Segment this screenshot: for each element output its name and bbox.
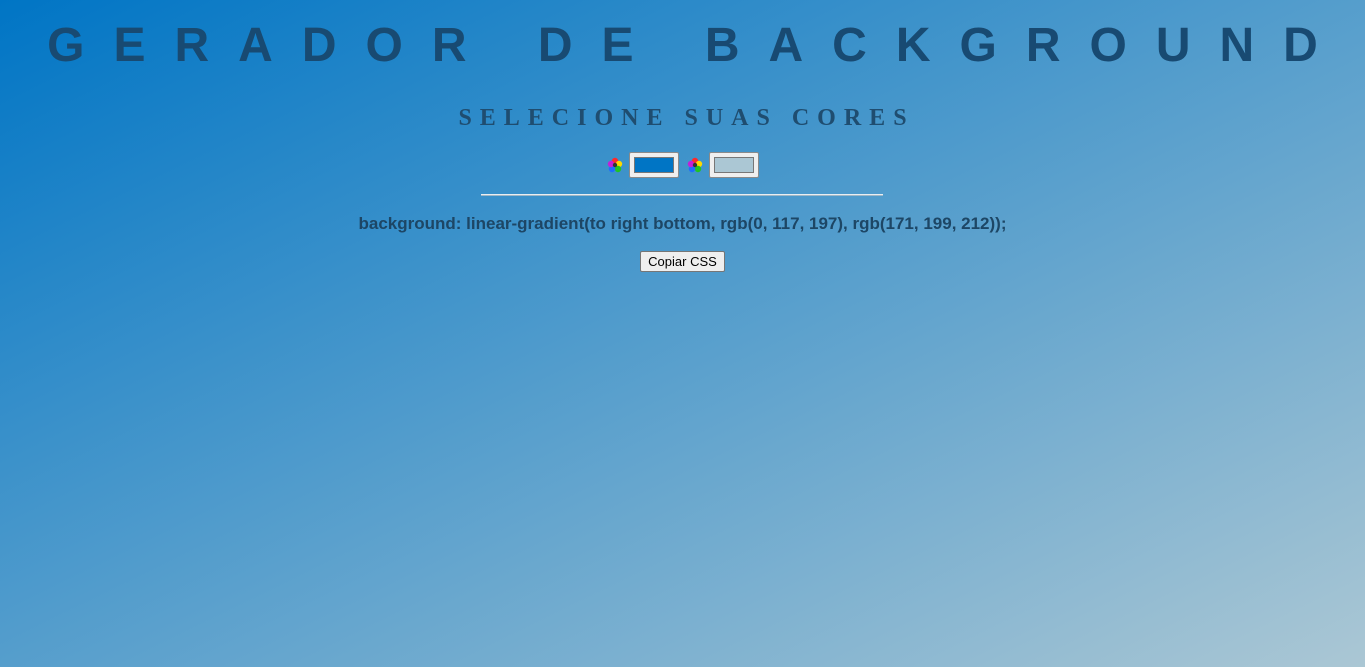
color-swatch-end	[713, 157, 754, 173]
divider	[481, 194, 883, 196]
page-subtitle: SELECIONE SUAS CORES	[458, 105, 915, 131]
color-input-start[interactable]	[628, 152, 679, 178]
color-input-end[interactable]	[708, 152, 759, 178]
color-picker-row	[0, 152, 1365, 178]
copy-css-button[interactable]: Copiar CSS	[640, 251, 725, 272]
color-picker-1	[607, 152, 679, 178]
color-picker-2	[687, 152, 759, 178]
color-wheel-icon	[687, 157, 702, 173]
color-wheel-icon	[607, 157, 622, 173]
css-output-text: background: linear-gradient(to right bot…	[358, 214, 1007, 233]
copy-row: Copiar CSS	[0, 251, 1365, 272]
color-swatch-start	[633, 157, 674, 173]
page-title: GERADOR DE BACKGROUND	[47, 19, 1347, 72]
